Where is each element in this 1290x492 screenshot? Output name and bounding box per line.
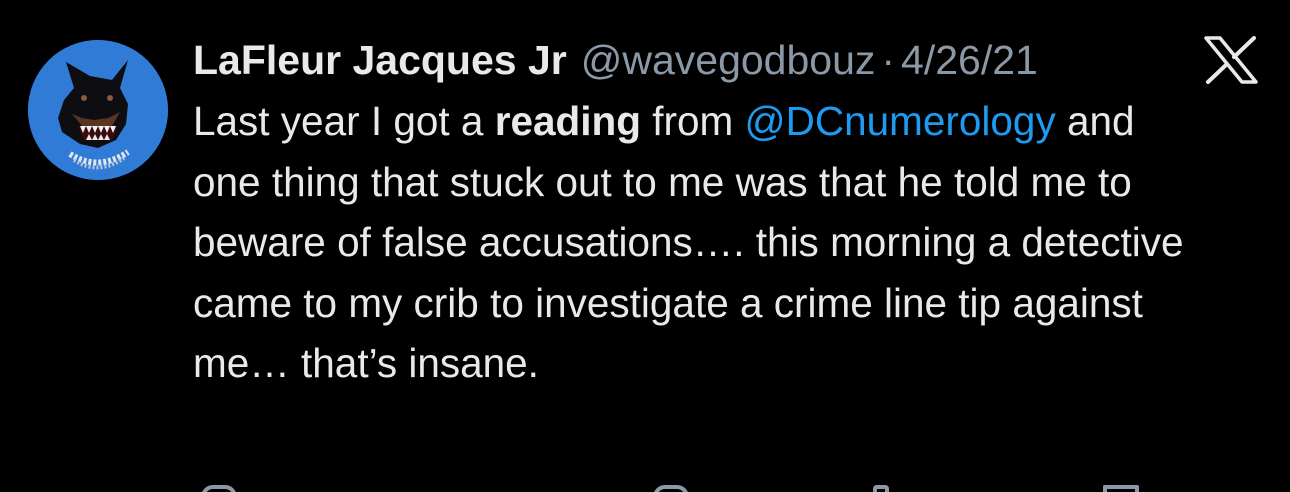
tweet-text-part: Last year I got a xyxy=(193,98,495,144)
x-logo-icon[interactable] xyxy=(1204,36,1258,84)
doberman-avatar-icon[interactable] xyxy=(28,40,168,180)
tweet-text-part: from xyxy=(640,98,745,144)
tweet-date[interactable]: 4/26/21 xyxy=(901,30,1038,90)
tweet-action-bar xyxy=(193,478,1223,492)
views-icon[interactable] xyxy=(873,485,889,492)
share-icon[interactable] xyxy=(1103,485,1139,492)
tweet-text: Last year I got a reading from @DCnumero… xyxy=(193,91,1213,394)
like-icon[interactable] xyxy=(653,485,689,492)
display-name[interactable]: LaFleur Jacques Jr xyxy=(193,30,567,90)
tweet-card[interactable]: LaFleur Jacques Jr @wavegodbouz · 4/26/2… xyxy=(0,0,1290,492)
separator-dot: · xyxy=(881,37,896,83)
reply-icon[interactable] xyxy=(201,485,237,492)
tweet-content: LaFleur Jacques Jr @wavegodbouz · 4/26/2… xyxy=(193,30,1213,394)
tweet-header: LaFleur Jacques Jr @wavegodbouz · 4/26/2… xyxy=(193,30,1213,90)
tweet-text-bold: reading xyxy=(494,98,641,144)
user-handle[interactable]: @wavegodbouz xyxy=(581,30,876,90)
mention-link[interactable]: @DCnumerology xyxy=(744,98,1055,144)
